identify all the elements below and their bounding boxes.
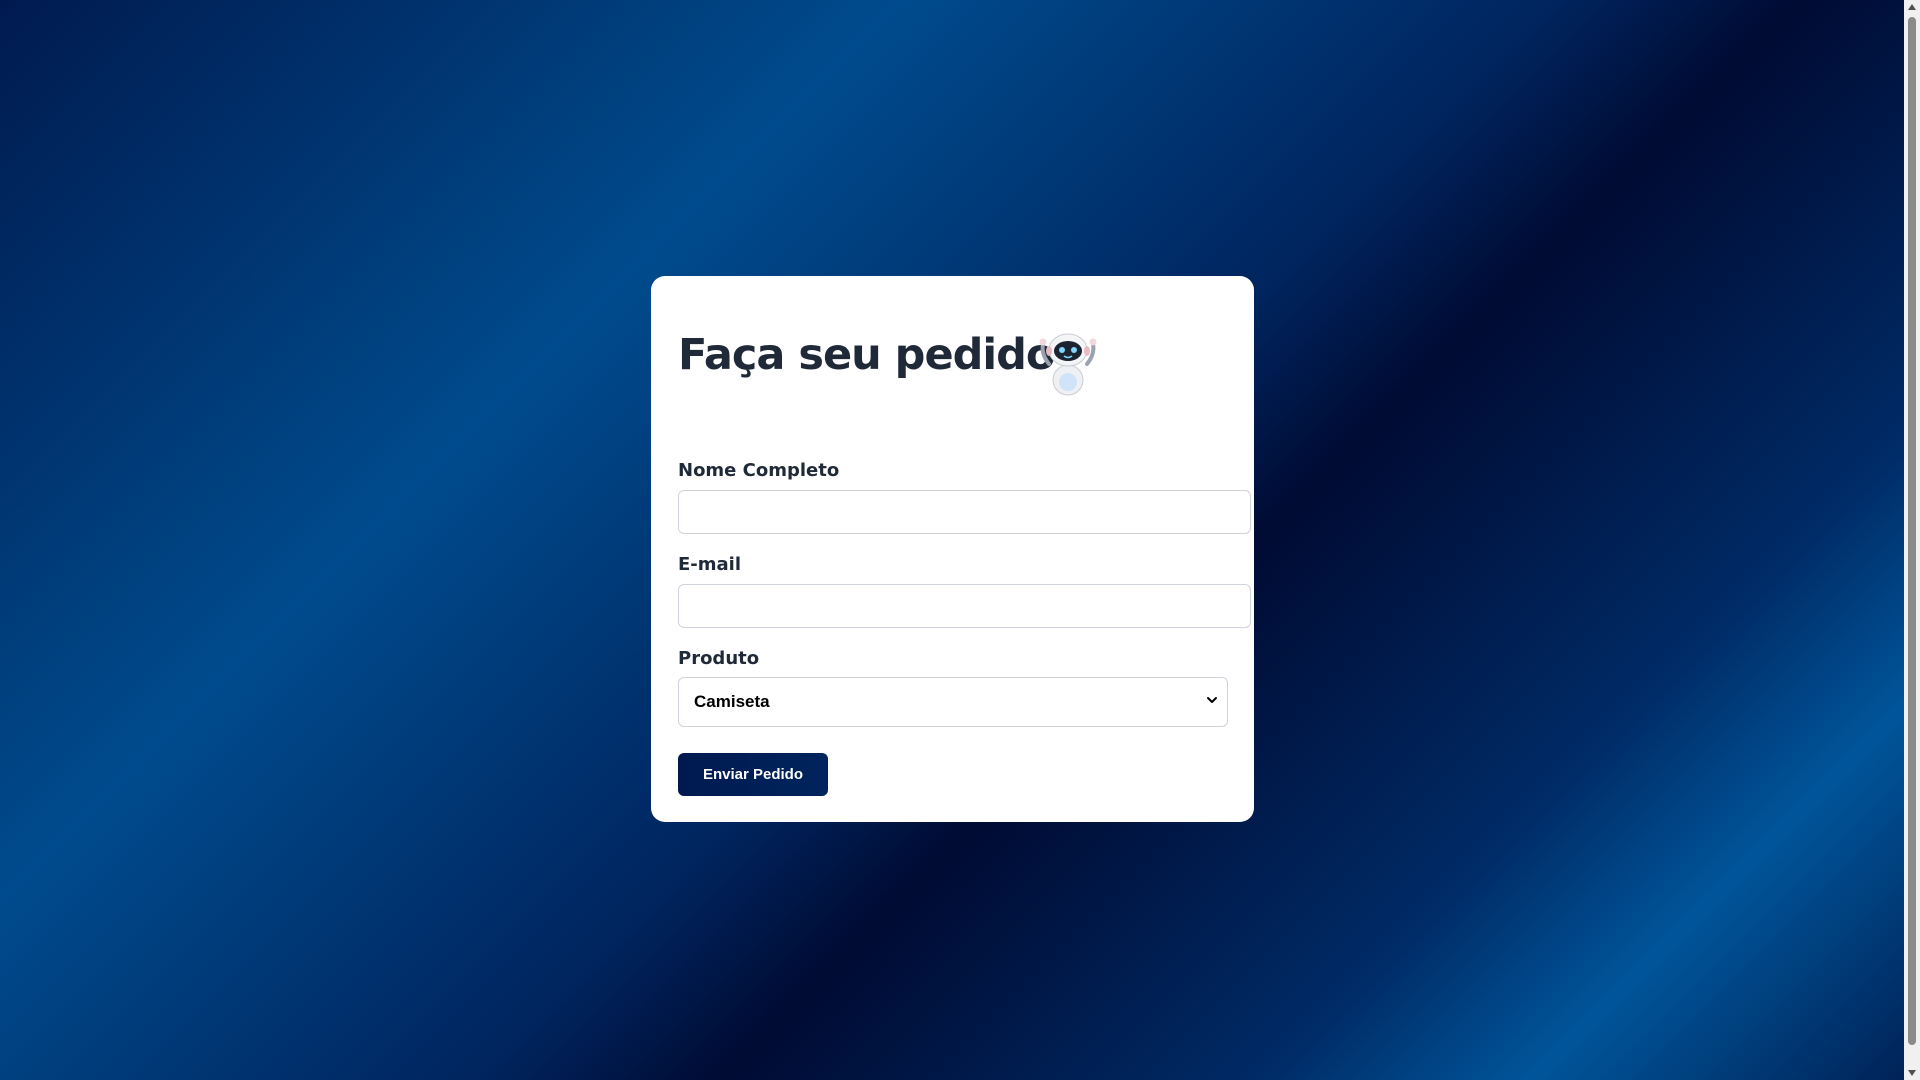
submit-order-button[interactable]: Enviar Pedido <box>678 753 828 796</box>
product-select[interactable]: Camiseta <box>678 677 1228 727</box>
email-label: E-mail <box>678 554 742 575</box>
chevron-down-icon <box>1207 697 1217 703</box>
scrollbar-thumb[interactable] <box>1908 17 1916 1045</box>
scroll-down-icon[interactable] <box>1908 1070 1916 1076</box>
page-title: Faça seu pedido <box>678 330 1055 380</box>
page-background: Faça seu pedido Nome Completo E-mail Pro… <box>0 0 1904 1080</box>
product-label: Produto <box>678 648 760 669</box>
name-label: Nome Completo <box>678 460 840 481</box>
scroll-up-icon[interactable] <box>1908 4 1916 10</box>
vertical-scrollbar[interactable] <box>1904 0 1920 1080</box>
robot-icon <box>1039 333 1097 396</box>
email-input[interactable] <box>678 584 1251 628</box>
product-selected-value: Camiseta <box>694 692 770 711</box>
order-form-card: Faça seu pedido Nome Completo E-mail Pro… <box>651 276 1254 822</box>
name-input[interactable] <box>678 490 1251 534</box>
